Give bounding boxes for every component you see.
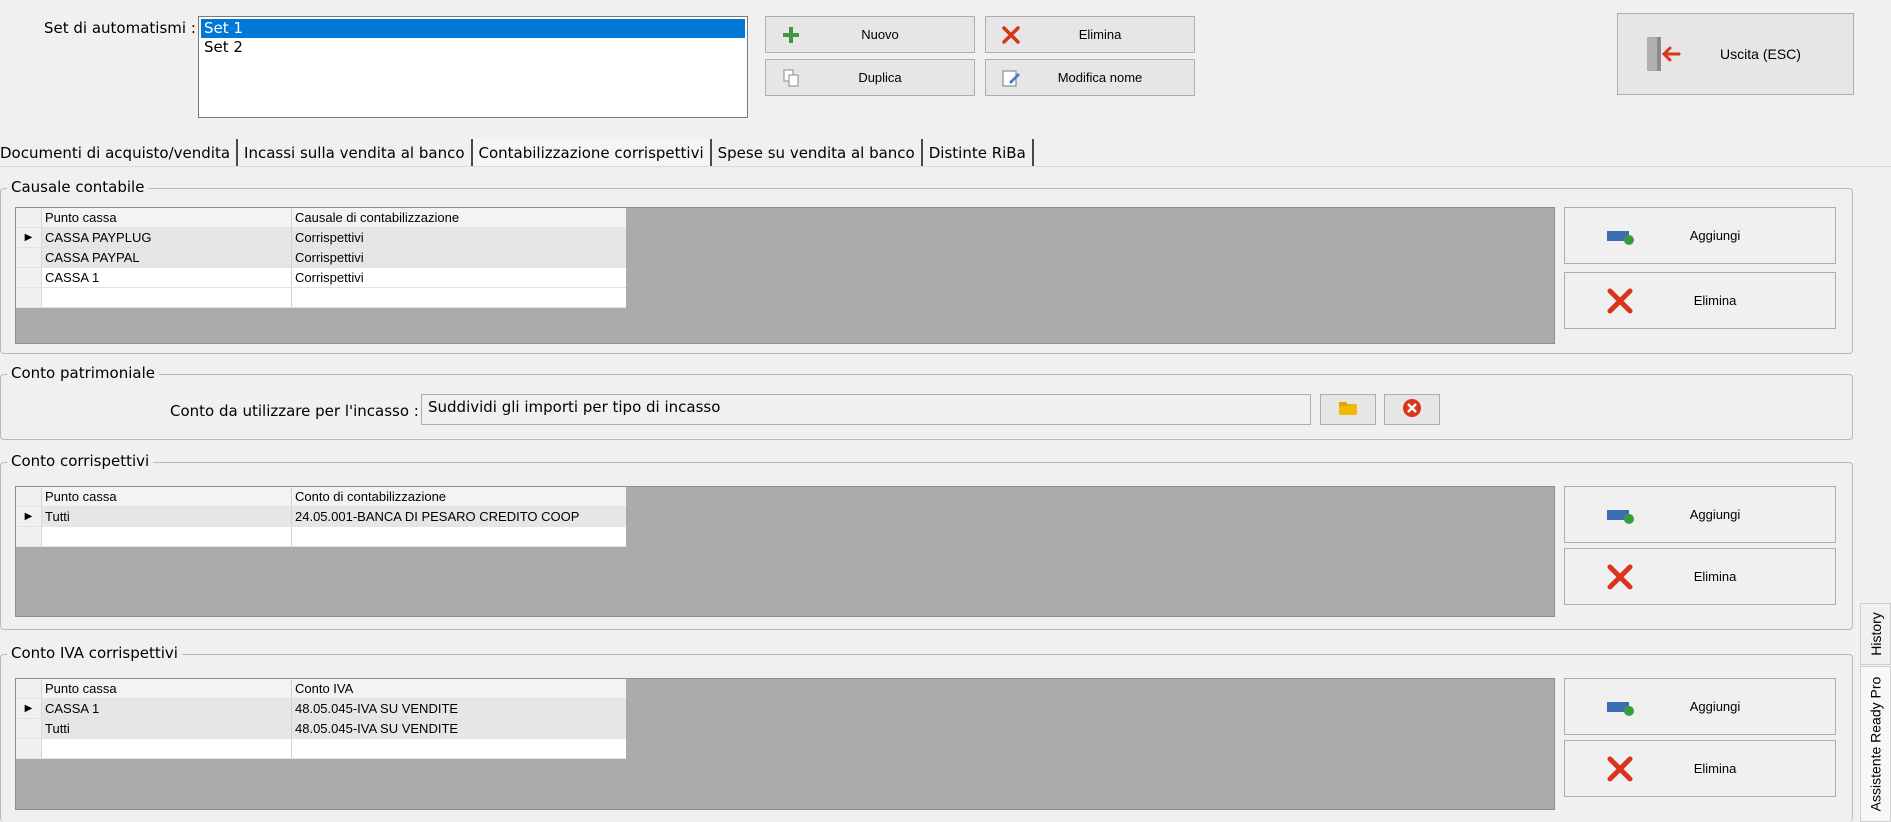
iva-table: Punto cassa Conto IVA ▶ CASSA 1 48.05.04… xyxy=(16,679,626,759)
close-icon xyxy=(986,25,1036,45)
causale-grid[interactable]: Punto cassa Causale di contabilizzazione… xyxy=(15,207,1555,344)
add-row-icon xyxy=(1565,697,1675,717)
corrispettivi-add-button[interactable]: Aggiungi xyxy=(1564,486,1836,543)
table-row[interactable]: CASSA 1 Corrispettivi xyxy=(16,268,626,288)
causale-add-button[interactable]: Aggiungi xyxy=(1564,207,1836,264)
table-row-new[interactable] xyxy=(16,527,626,547)
row-pointer-icon: ▶ xyxy=(16,228,42,247)
tab-strip: Documenti di acquisto/vendita Incassi su… xyxy=(0,139,1034,167)
table-row[interactable]: ▶ CASSA PAYPLUG Corrispettivi xyxy=(16,228,626,248)
copy-icon xyxy=(766,68,816,88)
tab-documenti[interactable]: Documenti di acquisto/vendita xyxy=(0,139,239,166)
history-side-tab[interactable]: History xyxy=(1860,603,1891,665)
table-row[interactable]: Tutti 48.05.045-IVA SU VENDITE xyxy=(16,719,626,739)
new-button[interactable]: Nuovo xyxy=(765,16,975,53)
iva-delete-button[interactable]: Elimina xyxy=(1564,740,1836,797)
set-label: Set di automatismi : xyxy=(44,19,196,37)
causale-delete-button[interactable]: Elimina xyxy=(1564,272,1836,329)
column-header: Conto IVA xyxy=(292,679,626,698)
exit-door-icon xyxy=(1618,35,1708,73)
iva-title: Conto IVA corrispettivi xyxy=(7,644,182,662)
set-list-item[interactable]: Set 2 xyxy=(201,38,745,57)
corrispettivi-group: Conto corrispettivi Punto cassa Conto di… xyxy=(0,452,1853,630)
corrispettivi-delete-button[interactable]: Elimina xyxy=(1564,548,1836,605)
column-header: Conto di contabilizzazione xyxy=(292,487,626,506)
causale-table: Punto cassa Causale di contabilizzazione… xyxy=(16,208,626,308)
corrispettivi-title: Conto corrispettivi xyxy=(7,452,154,470)
column-header: Causale di contabilizzazione xyxy=(292,208,626,227)
edit-icon xyxy=(986,68,1036,88)
delete-set-button[interactable]: Elimina xyxy=(985,16,1195,53)
plus-icon xyxy=(766,25,816,45)
table-header: Punto cassa Causale di contabilizzazione xyxy=(16,208,626,228)
table-row[interactable]: ▶ Tutti 24.05.001-BANCA DI PESARO CREDIT… xyxy=(16,507,626,527)
rename-button[interactable]: Modifica nome xyxy=(985,59,1195,96)
row-pointer-icon: ▶ xyxy=(16,507,42,526)
causale-title: Causale contabile xyxy=(7,178,149,196)
corrispettivi-table: Punto cassa Conto di contabilizzazione ▶… xyxy=(16,487,626,547)
column-header: Punto cassa xyxy=(42,679,292,698)
close-icon xyxy=(1565,754,1675,784)
exit-button[interactable]: Uscita (ESC) xyxy=(1617,13,1854,95)
conto-incasso-field[interactable]: Suddividi gli importi per tipo di incass… xyxy=(421,394,1311,425)
corrispettivi-grid[interactable]: Punto cassa Conto di contabilizzazione ▶… xyxy=(15,486,1555,617)
tab-contabilizzazione[interactable]: Contabilizzazione corrispettivi xyxy=(472,139,712,166)
set-listbox[interactable]: Set 1 Set 2 xyxy=(198,16,748,118)
close-icon xyxy=(1565,286,1675,316)
column-header: Punto cassa xyxy=(42,487,292,506)
row-pointer-icon: ▶ xyxy=(16,699,42,718)
table-row[interactable]: ▶ CASSA 1 48.05.045-IVA SU VENDITE xyxy=(16,699,626,719)
table-row[interactable]: CASSA PAYPAL Corrispettivi xyxy=(16,248,626,268)
iva-group: Conto IVA corrispettivi Punto cassa Cont… xyxy=(0,644,1853,822)
conto-incasso-label: Conto da utilizzare per l'incasso : xyxy=(170,402,419,420)
clear-icon xyxy=(1402,398,1422,422)
iva-grid[interactable]: Punto cassa Conto IVA ▶ CASSA 1 48.05.04… xyxy=(15,678,1555,810)
causale-group: Causale contabile Punto cassa Causale di… xyxy=(0,178,1853,354)
tab-incassi[interactable]: Incassi sulla vendita al banco xyxy=(238,139,473,166)
clear-button[interactable] xyxy=(1384,394,1440,425)
patrimoniale-title: Conto patrimoniale xyxy=(7,364,159,382)
add-row-icon xyxy=(1565,505,1675,525)
tab-distinte-riba[interactable]: Distinte RiBa xyxy=(923,139,1034,166)
table-row-new[interactable] xyxy=(16,288,626,308)
assistant-side-tab[interactable]: Assistente Ready Pro xyxy=(1860,666,1891,822)
browse-button[interactable] xyxy=(1320,394,1376,425)
set-list-item[interactable]: Set 1 xyxy=(201,19,745,38)
tab-divider xyxy=(0,166,1891,167)
add-row-icon xyxy=(1565,226,1675,246)
folder-icon xyxy=(1338,400,1358,420)
table-header: Punto cassa Conto di contabilizzazione xyxy=(16,487,626,507)
table-header: Punto cassa Conto IVA xyxy=(16,679,626,699)
column-header: Punto cassa xyxy=(42,208,292,227)
close-icon xyxy=(1565,562,1675,592)
iva-add-button[interactable]: Aggiungi xyxy=(1564,678,1836,735)
table-row-new[interactable] xyxy=(16,739,626,759)
tab-spese[interactable]: Spese su vendita al banco xyxy=(712,139,923,166)
duplicate-button[interactable]: Duplica xyxy=(765,59,975,96)
